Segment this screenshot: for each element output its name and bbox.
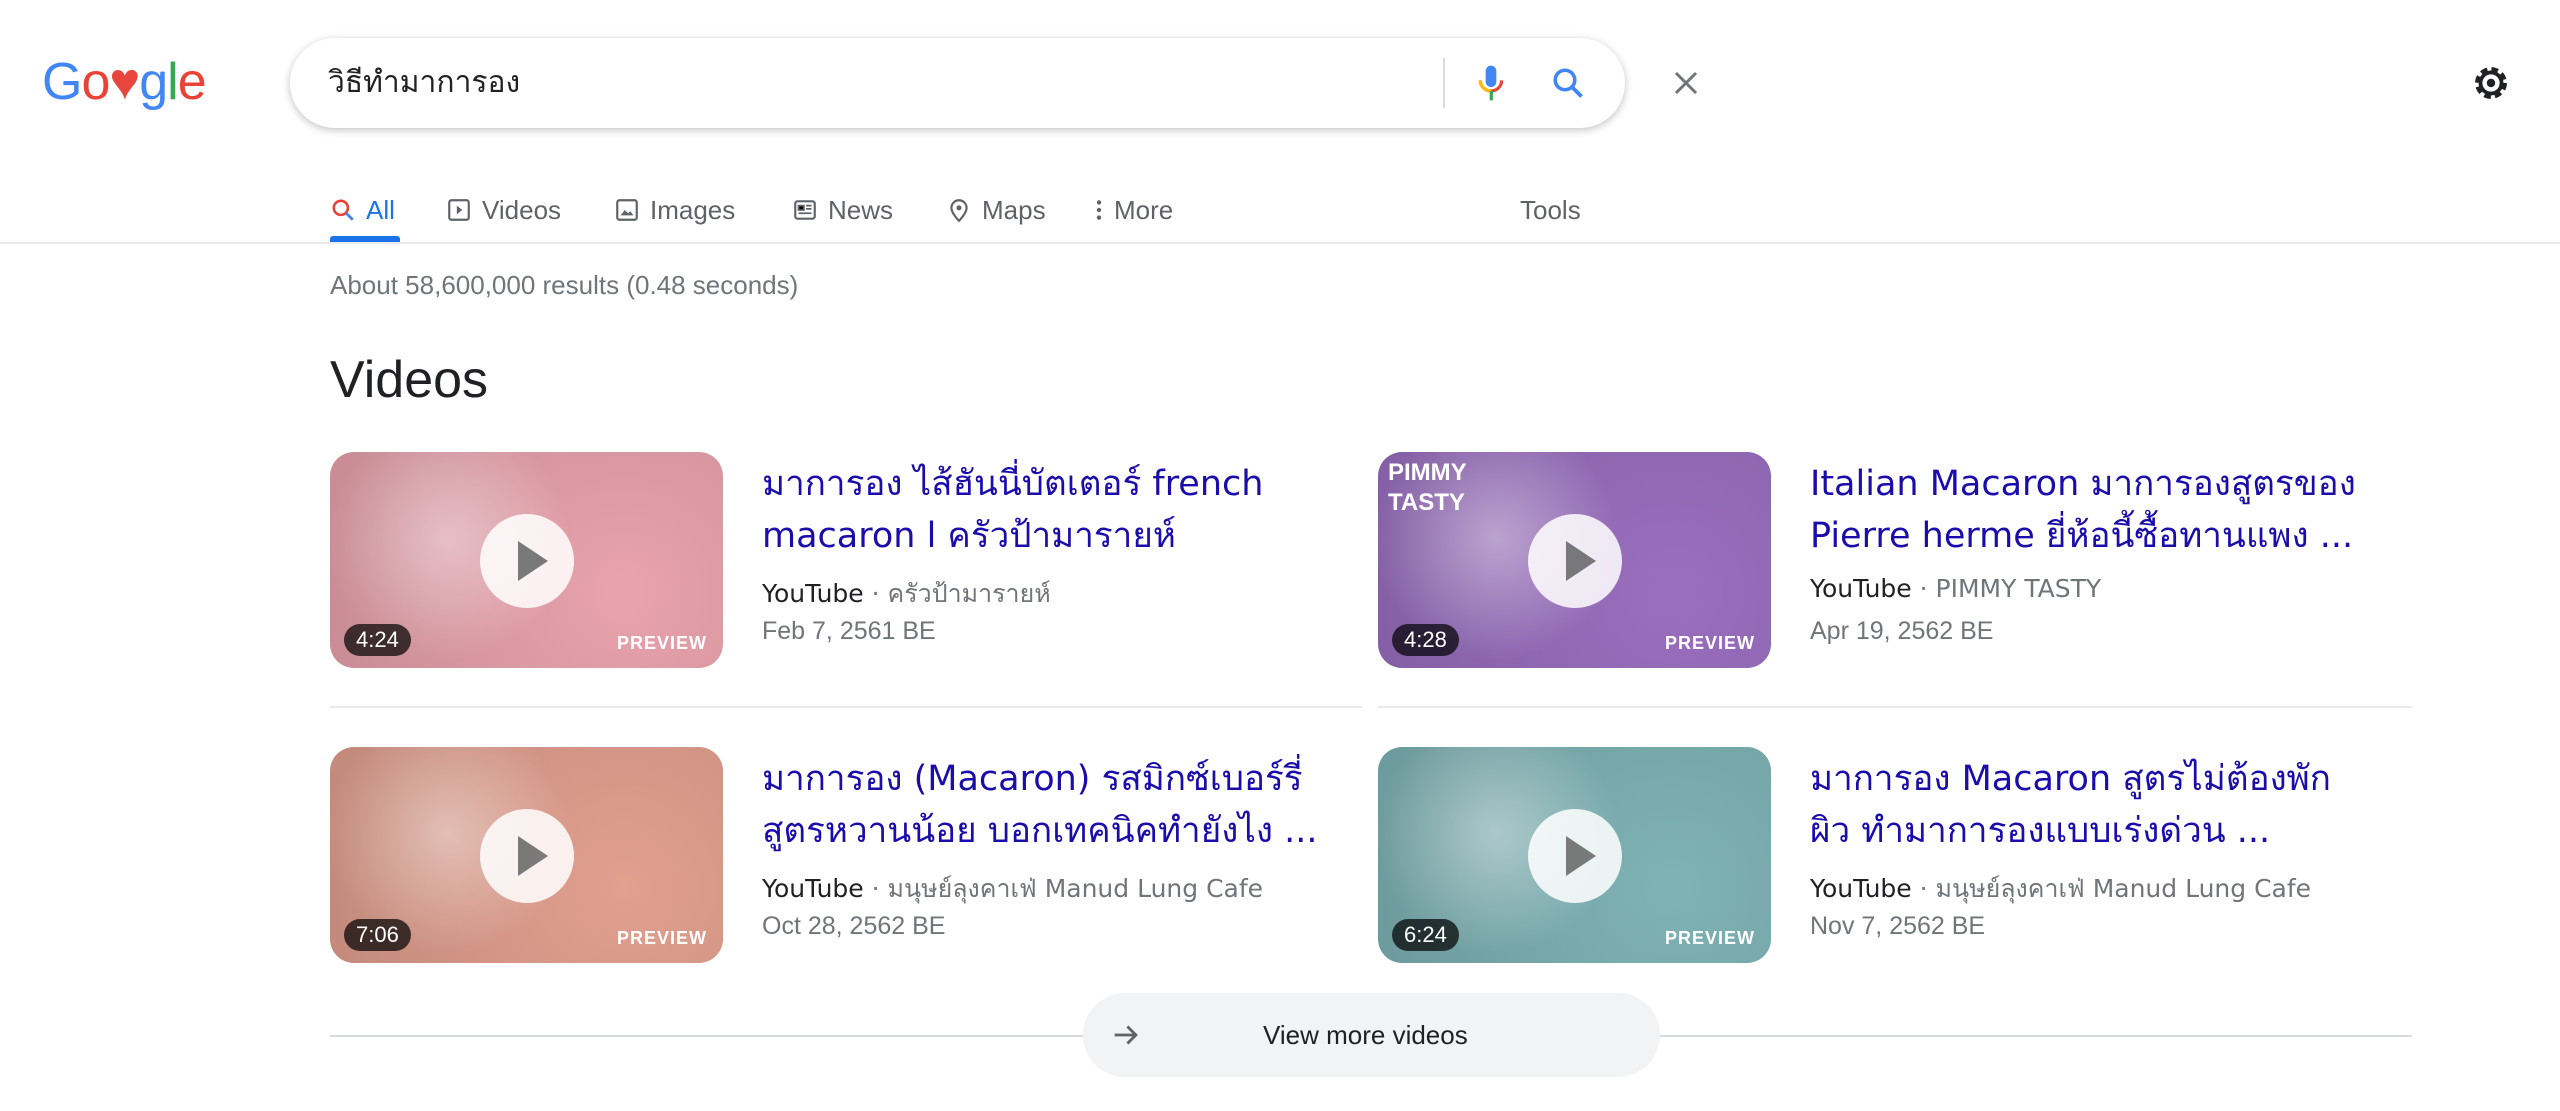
divider — [1443, 58, 1445, 108]
video-date: Apr 19, 2562 BE — [1810, 617, 1994, 645]
tab-maps[interactable]: Maps — [946, 180, 1046, 240]
news-icon — [794, 200, 816, 220]
play-icon[interactable] — [1528, 514, 1622, 608]
search-icon[interactable] — [1545, 60, 1591, 106]
video-title-link[interactable]: มาการอง ไส้ฮันนี่บัตเตอร์ french macaron… — [762, 458, 1322, 562]
video-result[interactable]: PIMMY TASTY 4:28 PREVIEW Italian Macaron… — [1378, 452, 2378, 672]
search-input[interactable] — [328, 38, 1228, 128]
video-source: YouTube · มนุษย์ลุงคาเฟ่ Manud Lung Cafe — [1810, 874, 2312, 903]
google-logo[interactable]: Go♥gle — [42, 52, 207, 112]
channel-name: PIMMY TASTY — [1935, 574, 2102, 603]
video-source: YouTube · PIMMY TASTY — [1810, 574, 2102, 603]
video-title-link[interactable]: Italian Macaron มาการองสูตรของ Pierre he… — [1810, 458, 2370, 562]
video-date: Nov 7, 2562 BE — [1810, 912, 1986, 940]
video-thumbnail[interactable]: 4:24 PREVIEW — [330, 452, 723, 668]
tools-button[interactable]: Tools — [1520, 180, 1581, 240]
channel-name: ครัวป้ามารายห์ — [887, 579, 1051, 608]
video-date: Feb 7, 2561 BE — [762, 617, 936, 645]
image-icon — [616, 199, 638, 221]
result-stats: About 58,600,000 results (0.48 seconds) — [330, 270, 799, 300]
preview-label: PREVIEW — [616, 633, 707, 653]
tab-all[interactable]: All — [330, 180, 395, 240]
search-icon — [332, 199, 354, 221]
video-source: YouTube · มนุษย์ลุงคาเฟ่ Manud Lung Cafe — [762, 874, 1264, 903]
video-duration: 6:24 — [1392, 919, 1459, 951]
map-pin-icon — [950, 199, 968, 223]
tab-label: More — [1114, 194, 1174, 225]
video-title-link[interactable]: มาการอง (Macaron) รสมิกซ์เบอร์รี่ สูตรหว… — [762, 753, 1322, 857]
tab-label: News — [828, 194, 894, 225]
video-result[interactable]: 4:24 PREVIEW มาการอง ไส้ฮันนี่บัตเตอร์ f… — [330, 452, 1330, 672]
source-name: YouTube — [762, 874, 864, 903]
tools-label: Tools — [1520, 194, 1581, 225]
tab-label: Videos — [482, 194, 562, 225]
video-thumbnail[interactable]: 6:24 PREVIEW — [1378, 747, 1771, 963]
tab-label: Images — [650, 194, 736, 225]
video-source: YouTube · ครัวป้ามารายห์ — [762, 579, 1051, 608]
channel-name: มนุษย์ลุงคาเฟ่ Manud Lung Cafe — [887, 874, 1264, 903]
play-icon[interactable] — [480, 514, 574, 608]
tab-label: Maps — [982, 194, 1046, 225]
tab-more[interactable]: More — [1094, 180, 1173, 240]
video-thumbnail[interactable]: 7:06 PREVIEW — [330, 747, 723, 963]
tab-images[interactable]: Images — [614, 180, 735, 240]
mic-icon[interactable] — [1468, 60, 1514, 106]
play-icon[interactable] — [480, 809, 574, 903]
view-more-label: View more videos — [1263, 1019, 1468, 1050]
preview-label: PREVIEW — [1664, 633, 1755, 653]
video-date: Oct 28, 2562 BE — [762, 912, 946, 940]
arrow-right-icon — [1114, 1025, 1138, 1045]
videos-heading: Videos — [330, 351, 489, 409]
play-box-icon — [448, 199, 470, 221]
video-result[interactable]: 6:24 PREVIEW มาการอง Macaron สูตรไม่ต้อง… — [1378, 747, 2378, 967]
video-title-link[interactable]: มาการอง Macaron สูตรไม่ต้องพักผิว ทำมากา… — [1810, 753, 2370, 857]
gear-icon[interactable] — [2468, 60, 2514, 106]
source-name: YouTube — [1810, 574, 1912, 603]
channel-name: มนุษย์ลุงคาเฟ่ Manud Lung Cafe — [1935, 874, 2312, 903]
close-icon[interactable] — [1663, 60, 1709, 106]
source-name: YouTube — [1810, 874, 1912, 903]
video-duration: 7:06 — [344, 919, 411, 951]
play-icon[interactable] — [1528, 809, 1622, 903]
more-vert-icon — [1096, 200, 1102, 220]
video-duration: 4:28 — [1392, 624, 1459, 656]
header-divider — [0, 242, 2560, 244]
tab-label: All — [366, 194, 395, 225]
video-duration: 4:24 — [344, 624, 411, 656]
source-name: YouTube — [762, 579, 864, 608]
row-divider — [1378, 706, 2412, 708]
tab-news[interactable]: News — [792, 180, 893, 240]
preview-label: PREVIEW — [1664, 928, 1755, 948]
search-box — [290, 38, 1698, 128]
preview-label: PREVIEW — [616, 928, 707, 948]
row-divider — [330, 706, 1362, 708]
thumbnail-text: PIMMY TASTY — [1388, 459, 1467, 516]
view-more-videos-button[interactable]: View more videos — [1083, 993, 1660, 1077]
video-thumbnail[interactable]: PIMMY TASTY 4:28 PREVIEW — [1378, 452, 1771, 668]
tab-videos[interactable]: Videos — [446, 180, 561, 240]
video-result[interactable]: 7:06 PREVIEW มาการอง (Macaron) รสมิกซ์เบ… — [330, 747, 1330, 967]
